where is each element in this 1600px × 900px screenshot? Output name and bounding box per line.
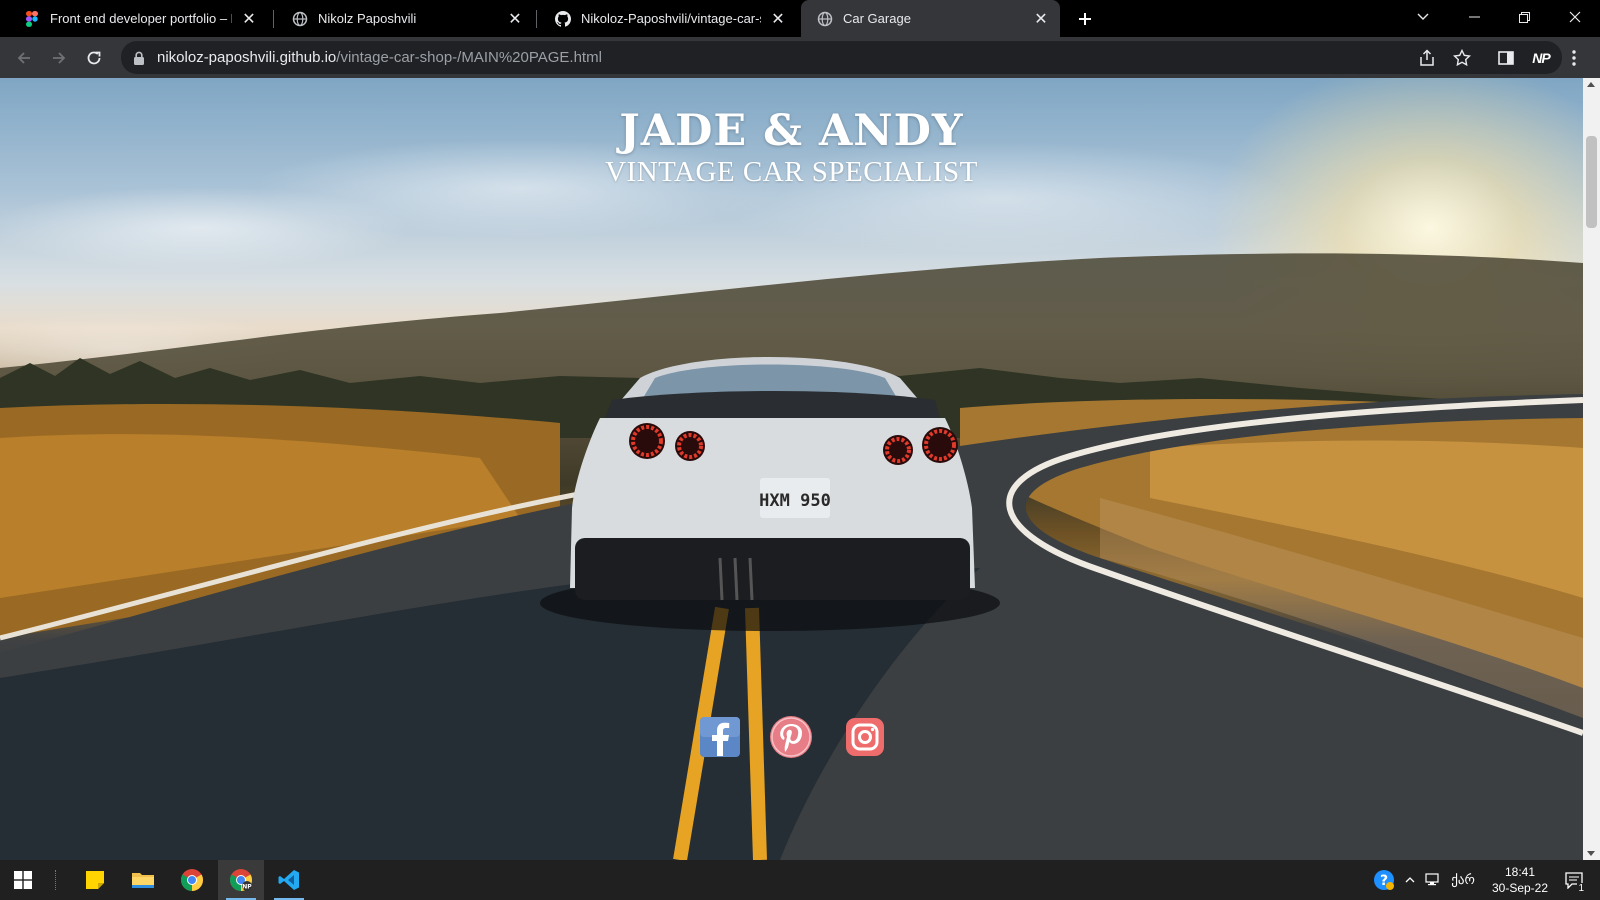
arrow-left-icon	[17, 52, 30, 64]
url-text: nikoloz-paposhvili.github.io/vintage-car…	[157, 49, 602, 66]
scrollbar-thumb[interactable]	[1586, 136, 1597, 228]
tab-figma-portfolio[interactable]: Front end developer portfolio – F ✕	[8, 0, 268, 37]
start-button[interactable]	[0, 860, 46, 900]
share-icon	[1420, 49, 1434, 66]
globe-icon	[817, 11, 833, 27]
chrome-icon	[181, 869, 203, 891]
star-icon	[1453, 49, 1471, 67]
network-button[interactable]	[1422, 860, 1446, 900]
file-explorer-button[interactable]	[120, 860, 166, 900]
plus-icon	[1079, 13, 1091, 25]
scroll-down-icon[interactable]	[1587, 851, 1595, 856]
new-tab-button[interactable]	[1071, 5, 1099, 33]
tab-title: Car Garage	[843, 11, 911, 26]
more-vertical-icon	[1572, 50, 1576, 66]
sticky-notes-button[interactable]	[72, 860, 118, 900]
restore-icon	[1518, 11, 1530, 23]
globe-icon	[292, 11, 308, 27]
vscode-button[interactable]	[266, 860, 312, 900]
chrome-profile-icon: NP	[230, 869, 252, 891]
clock-date: 30-Sep-22	[1491, 881, 1549, 895]
help-tray-button[interactable]: ?	[1372, 860, 1396, 900]
restore-button[interactable]	[1499, 0, 1549, 34]
tab-separator	[536, 10, 537, 28]
close-icon[interactable]: ✕	[506, 10, 524, 28]
url-host: nikoloz-paposhvili.github.io	[157, 49, 337, 66]
facebook-icon	[700, 717, 740, 757]
share-button[interactable]	[1414, 45, 1440, 71]
tab-github-repo[interactable]: Nikoloz-Paposhvili/vintage-car-sl ✕	[539, 0, 797, 37]
tab-title: Nikolz Paposhvili	[318, 11, 417, 26]
reload-button[interactable]	[80, 44, 108, 72]
chrome-button[interactable]	[169, 860, 215, 900]
site-title: JADE & ANDY	[619, 106, 964, 156]
license-plate: HXM 950	[759, 491, 831, 511]
profile-avatar: NP	[1532, 50, 1550, 66]
address-bar[interactable]: nikoloz-paposhvili.github.io/vintage-car…	[121, 41, 1562, 74]
site-subtitle: VINTAGE CAR SPECIALIST	[605, 156, 978, 188]
chrome-profile-button[interactable]: NP	[218, 860, 264, 900]
tab-title: Nikoloz-Paposhvili/vintage-car-sl	[581, 11, 761, 26]
lock-icon	[133, 51, 147, 65]
chevron-down-icon	[1417, 13, 1429, 20]
chevron-up-icon	[1405, 877, 1415, 883]
hero-section: HXM 950 JADE & ANDY VINTAGE CAR SPECIALI…	[0, 78, 1583, 860]
arrow-right-icon	[53, 52, 66, 64]
tab-search-button[interactable]	[1398, 0, 1448, 34]
menu-button[interactable]	[1564, 45, 1584, 71]
windows-logo-icon	[14, 871, 32, 889]
taskbar-separator	[55, 870, 57, 890]
sticky-notes-icon	[86, 871, 104, 889]
instagram-link[interactable]	[843, 715, 887, 759]
bookmark-button[interactable]	[1449, 45, 1475, 71]
reload-icon	[87, 51, 101, 65]
close-icon[interactable]: ✕	[1032, 10, 1050, 28]
url-path: /vintage-car-shop-/MAIN%20PAGE.html	[336, 49, 602, 66]
pinterest-link[interactable]	[769, 715, 813, 759]
minimize-button[interactable]	[1449, 0, 1499, 34]
close-icon[interactable]: ✕	[769, 10, 787, 28]
pinterest-icon	[770, 716, 812, 758]
tab-car-garage[interactable]: Car Garage ✕	[801, 0, 1060, 37]
folder-icon	[132, 873, 154, 888]
page-scrollbar[interactable]	[1583, 78, 1600, 860]
clock-button[interactable]: 18:41 30-Sep-22	[1480, 864, 1560, 896]
minimize-icon	[1468, 16, 1480, 18]
svg-text:NP: NP	[242, 884, 252, 891]
back-button[interactable]	[10, 44, 38, 72]
profile-button[interactable]: NP	[1528, 45, 1554, 71]
tab-separator	[273, 10, 274, 28]
help-icon: ?	[1374, 870, 1394, 890]
close-window-button[interactable]	[1550, 0, 1600, 34]
browser-toolbar: nikoloz-paposhvili.github.io/vintage-car…	[0, 37, 1600, 78]
vscode-icon	[278, 870, 299, 890]
tab-nikolz-paposhvili[interactable]: Nikolz Paposhvili ✕	[276, 0, 534, 37]
instagram-icon	[846, 718, 884, 756]
close-icon	[1569, 11, 1581, 23]
keyboard-language-button[interactable]: ქარ	[1448, 860, 1478, 900]
show-hidden-icons-button[interactable]	[1400, 860, 1420, 900]
github-icon	[555, 10, 571, 27]
notifications-button[interactable]: 1	[1560, 860, 1588, 900]
windows-taskbar: NP ? ქარ 18:41 30-Sep-22 1	[0, 860, 1600, 900]
tab-title: Front end developer portfolio – F	[50, 11, 232, 26]
notification-count: 1	[1577, 883, 1585, 894]
side-panel-button[interactable]	[1493, 45, 1519, 71]
close-icon[interactable]: ✕	[240, 10, 258, 28]
tab-strip: Front end developer portfolio – F ✕ Niko…	[0, 0, 1600, 37]
facebook-link[interactable]	[698, 715, 742, 759]
scroll-up-icon[interactable]	[1587, 82, 1595, 87]
figma-icon	[24, 10, 40, 27]
clock-time: 18:41	[1504, 865, 1536, 879]
forward-button[interactable]	[45, 44, 73, 72]
network-icon	[1425, 873, 1439, 886]
side-panel-icon	[1498, 51, 1514, 65]
